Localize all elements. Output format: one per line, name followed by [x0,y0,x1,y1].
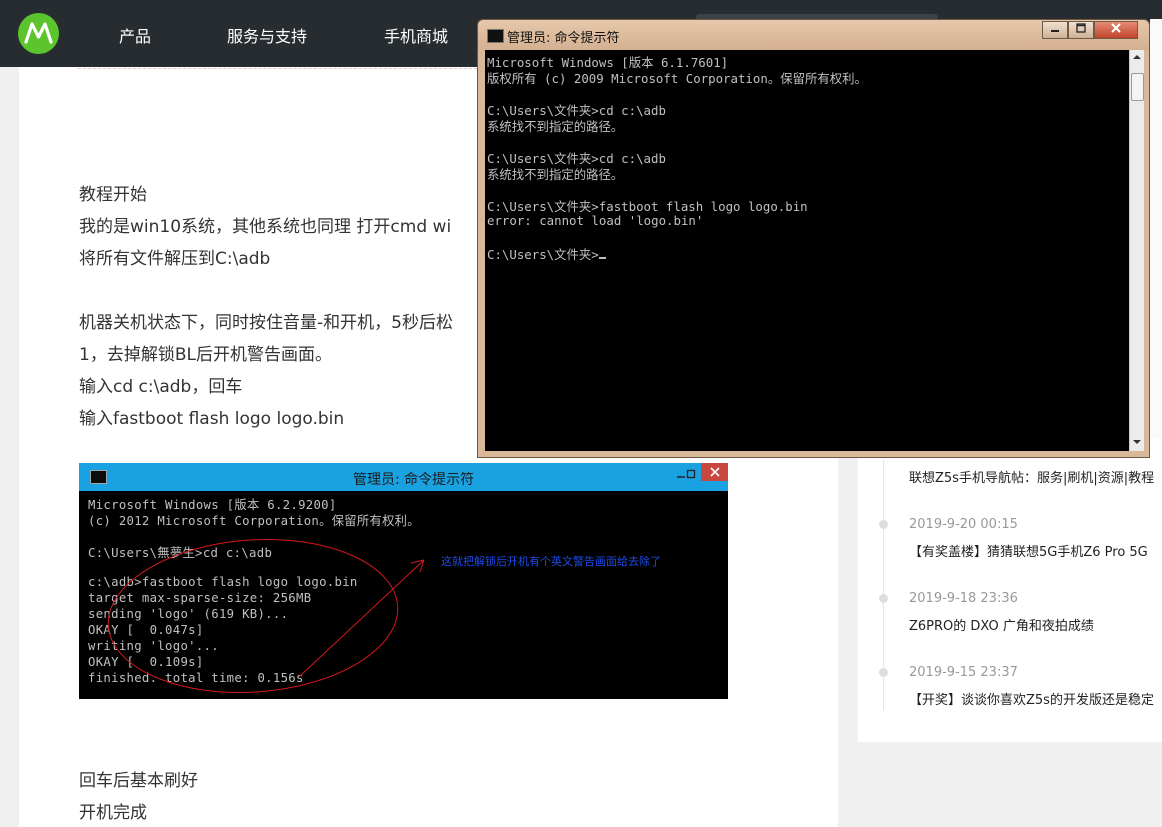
close-button[interactable] [1094,21,1138,39]
article-paragraph: 将所有文件解压到C:\adb [79,249,271,269]
arrow-down-icon [1133,440,1141,444]
close-button [701,463,728,481]
console-line: C:\Users\無夢生>cd c:\adb [88,546,273,560]
console-line: (c) 2012 Microsoft Corporation。保留所有权利。 [88,514,420,528]
maximize-button[interactable] [1068,21,1094,39]
motorola-logo[interactable] [18,13,59,54]
console-prompt[interactable]: C:\Users\文件夹> [487,245,606,263]
article-image-cmd-screenshot: 管理员: 命令提示符 Microsoft Windows [版本 6.2.920… [79,463,728,699]
sidebar-post-link[interactable]: 联想Z5s手机导航帖：服务|刷机|资源|教程 [909,467,1154,486]
console-line: error: cannot load 'logo.bin' [487,213,704,228]
console-line: 系统找不到指定的路径。 [487,167,624,182]
article-paragraph: 机器关机状态下，同时按住音量-和开机，5秒后松 [79,313,453,333]
screenshot-titlebar: 管理员: 命令提示符 [79,463,728,491]
page-scrollbar[interactable] [1150,19,1162,439]
sidebar-post-date: 2019-9-20 00:15 [909,517,1018,532]
cmd-app-icon [90,470,107,484]
minimize-button[interactable] [1042,21,1068,39]
prompt-text: C:\Users\文件夹> [487,247,599,262]
timeline-dot [879,668,888,677]
nav-item-products[interactable]: 产品 [119,23,151,47]
scroll-up-button[interactable] [1131,51,1143,65]
arrow-up-icon [1133,55,1141,59]
close-icon [710,467,720,477]
cmd-app-icon[interactable] [487,29,504,43]
sidebar-post-link[interactable]: Z6PRO的 DXO 广角和夜拍成绩 [909,615,1094,634]
console-output[interactable]: Microsoft Windows [版本 6.1.7601] 版权所有 (c)… [485,50,1129,451]
console-line: finished. total time: 0.156s [88,671,304,685]
console-line: OKAY [ 0.109s] [88,655,204,669]
console-line: writing 'logo'... [88,639,219,653]
minimize-icon [1051,30,1059,32]
article-paragraph: 我的是win10系统，其他系统也同理 打开cmd wi [79,217,452,237]
cmd-window-title: 管理员: 命令提示符 [507,31,620,46]
sidebar-post-link[interactable]: 【有奖盖楼】猜猜联想5G手机Z6 Pro 5G [909,541,1148,560]
nav-item-service-support[interactable]: 服务与支持 [227,23,307,47]
article-paragraph: 1，去掉解锁BL后开机警告画面。 [79,345,332,365]
sidebar-post-link[interactable]: 【开奖】谈谈你喜欢Z5s的开发版还是稳定 [909,689,1154,708]
console-line: 系统找不到指定的路径。 [487,119,624,134]
article-paragraph: 开机完成 [79,803,147,823]
console-line: target max-sparse-size: 256MB [88,591,312,605]
console-line: OKAY [ 0.047s] [88,623,204,637]
scroll-down-button[interactable] [1131,436,1143,450]
maximize-icon [686,469,696,479]
cmd-window[interactable]: 管理员: 命令提示符 Microsoft Windows [版本 6.1.760… [477,19,1150,458]
sidebar-post-date: 2019-9-18 23:36 [909,591,1018,606]
scroll-thumb[interactable] [1131,73,1144,101]
timeline-dot [879,520,888,529]
annotation-text: 这就把解锁后开机有个英文警告画面给去除了 [441,555,661,568]
screenshot-title: 管理员: 命令提示符 [353,472,475,488]
article-paragraph: 输入fastboot flash logo logo.bin [79,409,345,429]
article-paragraph: 教程开始 [79,185,147,205]
timeline-dot [879,594,888,603]
minimize-icon [677,476,685,478]
article-paragraph: 回车后基本刷好 [79,771,198,791]
text-cursor [598,257,606,259]
motorola-logo-icon [24,22,53,44]
console-line: sending 'logo' (619 KB)... [88,607,289,621]
article-paragraph: 输入cd c:\adb，回车 [79,377,243,397]
close-icon [1111,23,1121,33]
console-line: 版权所有 (c) 2009 Microsoft Corporation。保留所有… [487,71,867,86]
sidebar-post-date: 2019-9-15 23:37 [909,665,1018,680]
maximize-icon [1076,23,1086,33]
nav-item-mobile-store[interactable]: 手机商城 [384,23,448,47]
console-scrollbar[interactable] [1129,50,1144,451]
console-line: c:\adb>fastboot flash logo logo.bin [88,575,358,589]
cmd-window-titlebar[interactable]: 管理员: 命令提示符 [478,20,1149,50]
